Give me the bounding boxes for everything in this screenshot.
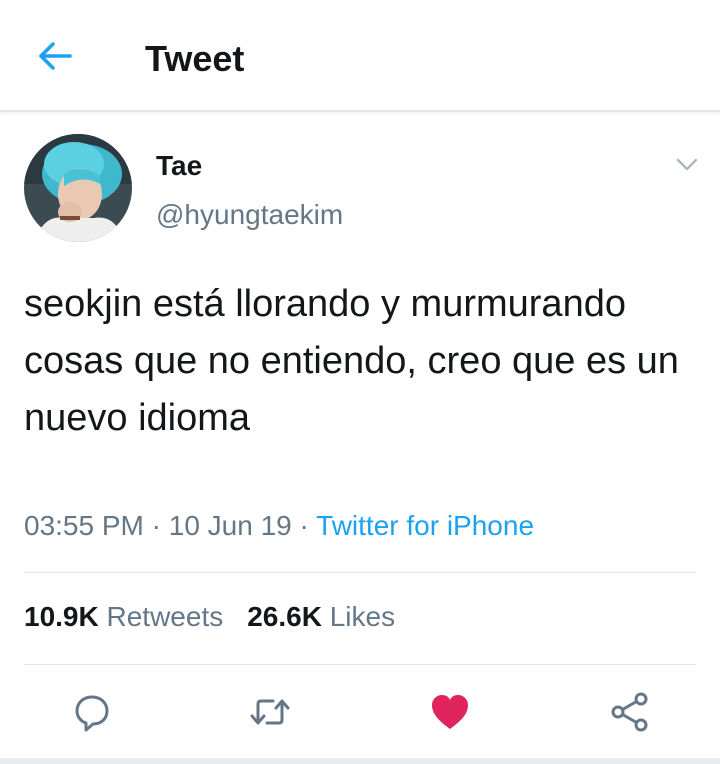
like-count: 26.6K	[247, 601, 322, 632]
like-button[interactable]	[428, 690, 472, 734]
retweet-button[interactable]	[248, 690, 292, 734]
retweet-count: 10.9K	[24, 601, 99, 632]
like-label: Likes	[329, 601, 396, 632]
meta-separator: ·	[143, 510, 169, 541]
reply-icon	[75, 695, 109, 732]
arrow-left-icon	[39, 42, 72, 70]
tweet-stats: 10.9K Retweets 26.6K Likes	[24, 601, 395, 633]
tweet-meta: 03:55 PM · 10 Jun 19 · Twitter for iPhon…	[24, 510, 534, 542]
divider	[24, 664, 696, 665]
avatar[interactable]	[24, 134, 132, 242]
reply-button[interactable]	[70, 690, 114, 734]
retweet-label: Retweets	[106, 601, 224, 632]
meta-separator: ·	[291, 510, 317, 541]
retweets-stat[interactable]: 10.9K Retweets	[24, 601, 223, 632]
divider	[24, 572, 696, 573]
retweet-icon	[250, 699, 290, 725]
tweet-source-link[interactable]: Twitter for iPhone	[316, 510, 534, 541]
page-title: Tweet	[145, 38, 245, 79]
share-button[interactable]	[608, 690, 652, 734]
bottom-edge	[0, 758, 720, 764]
tweet-date: 10 Jun 19	[168, 510, 292, 541]
back-button[interactable]	[30, 36, 80, 76]
top-bar: Tweet	[0, 0, 720, 112]
likes-stat[interactable]: 26.6K Likes	[247, 601, 395, 632]
tweet-time: 03:55 PM	[24, 510, 144, 541]
profile-photo	[24, 134, 132, 242]
tweet-text: seokjin está llorando y murmurando cosas…	[24, 283, 679, 439]
user-handle[interactable]: @hyungtaekim	[156, 199, 343, 231]
display-name[interactable]: Tae	[156, 150, 202, 182]
chevron-down-icon	[676, 158, 698, 171]
share-icon	[611, 692, 648, 732]
more-options-button[interactable]	[672, 150, 702, 180]
heart-icon	[432, 695, 468, 729]
